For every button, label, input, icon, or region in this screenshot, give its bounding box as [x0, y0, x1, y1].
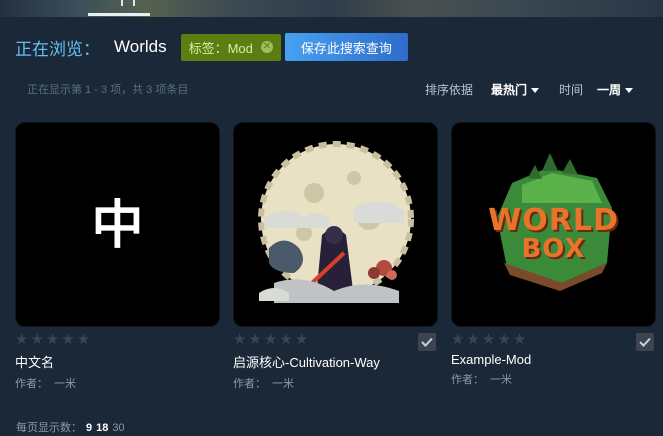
star-icon: ★ — [15, 331, 29, 348]
star-icon: ★ — [294, 331, 309, 348]
rating-stars: ★ ★ ★ ★ ★ — [233, 332, 308, 347]
workshop-item-card[interactable]: WORLD BOX ★ ★ ★ ★ ★ Example-Mod 作者： 一米 — [451, 122, 656, 387]
item-title[interactable]: 中文名 — [15, 352, 218, 371]
star-icon: ★ — [233, 331, 247, 348]
tag-filter-pill[interactable]: 标签：Mod ✕ — [180, 33, 281, 61]
subscribed-checkmark-icon[interactable] — [418, 333, 436, 351]
item-thumbnail[interactable] — [233, 122, 438, 327]
item-author: 作者： 一米 — [15, 375, 218, 391]
tag-filter-label: 标签：Mod — [188, 40, 253, 56]
remove-tag-icon[interactable]: ✕ — [260, 41, 273, 53]
result-count: 正在显示第 1 - 3 项，共 3 项条目 — [27, 84, 189, 96]
per-page-selector: 每页显示数： 9 18 30 — [16, 419, 125, 435]
author-name[interactable]: 一米 — [490, 374, 512, 386]
star-icon: ★ — [279, 331, 293, 348]
sort-by-value: 最热门 — [490, 83, 527, 97]
item-author: 作者： 一米 — [233, 375, 436, 391]
star-icon: ★ — [30, 331, 44, 348]
author-label: 作者： — [15, 378, 48, 390]
workshop-banner — [0, 0, 663, 17]
workshop-item-card[interactable]: 中 ★ ★ ★ ★ ★ 中文名 作者： 一米 — [15, 122, 220, 391]
moon-cultivator-thumbnail — [234, 123, 437, 326]
star-icon: ★ — [45, 331, 60, 348]
chevron-down-icon — [530, 88, 539, 94]
star-icon: ★ — [466, 331, 480, 348]
per-page-option-30[interactable]: 30 — [112, 422, 124, 434]
chinese-char-thumbnail: 中 — [91, 195, 144, 256]
author-name[interactable]: 一米 — [272, 378, 294, 390]
author-label: 作者： — [451, 374, 484, 386]
time-range-value: 一周 — [596, 83, 621, 97]
browse-prefix: 正在浏览： — [15, 39, 100, 59]
browse-header: 正在浏览： Worlds 标签：Mod ✕ 保存此搜索查询 — [15, 33, 408, 61]
browse-app-name: Worlds — [114, 37, 167, 56]
sort-controls: 排序依据 最热门 时间 一周 — [425, 81, 633, 98]
star-icon: ★ — [497, 331, 511, 348]
author-name[interactable]: 一米 — [54, 378, 76, 390]
item-title[interactable]: 启源核心-Cultivation-Way — [233, 352, 436, 371]
sort-by-label: 排序依据 — [424, 83, 473, 97]
star-icon: ★ — [263, 331, 278, 348]
star-icon: ★ — [61, 331, 75, 348]
subscribed-checkmark-icon[interactable] — [636, 333, 654, 351]
active-tab-icon — [121, 0, 135, 6]
item-author: 作者： 一米 — [451, 371, 654, 387]
workshop-item-card[interactable]: ★ ★ ★ ★ ★ 启源核心-Cultivation-Way 作者： 一米 — [233, 122, 438, 391]
item-title[interactable]: Example-Mod — [451, 352, 654, 367]
star-icon: ★ — [451, 331, 465, 348]
rating-stars: ★ ★ ★ ★ ★ — [15, 332, 90, 347]
time-range-dropdown[interactable]: 一周 — [597, 81, 633, 98]
active-tab-indicator[interactable] — [88, 13, 150, 16]
item-thumbnail[interactable]: WORLD BOX — [451, 122, 656, 327]
worldbox-logo-text-bottom: BOX — [521, 234, 586, 264]
per-page-label: 每页显示数： — [16, 422, 82, 434]
item-thumbnail[interactable]: 中 — [15, 122, 220, 327]
save-search-button[interactable]: 保存此搜索查询 — [284, 33, 408, 61]
sort-by-dropdown[interactable]: 最热门 — [491, 81, 539, 98]
worldbox-logo-text-top: WORLD — [488, 203, 619, 238]
rating-stars: ★ ★ ★ ★ ★ — [451, 332, 526, 347]
star-icon: ★ — [481, 331, 496, 348]
author-label: 作者： — [233, 378, 266, 390]
star-icon: ★ — [512, 331, 527, 348]
star-icon: ★ — [248, 331, 262, 348]
per-page-option-9[interactable]: 9 — [86, 422, 92, 434]
star-icon: ★ — [76, 331, 91, 348]
time-label: 时间 — [558, 83, 583, 97]
per-page-option-18[interactable]: 18 — [96, 422, 108, 434]
chevron-down-icon — [625, 88, 633, 94]
